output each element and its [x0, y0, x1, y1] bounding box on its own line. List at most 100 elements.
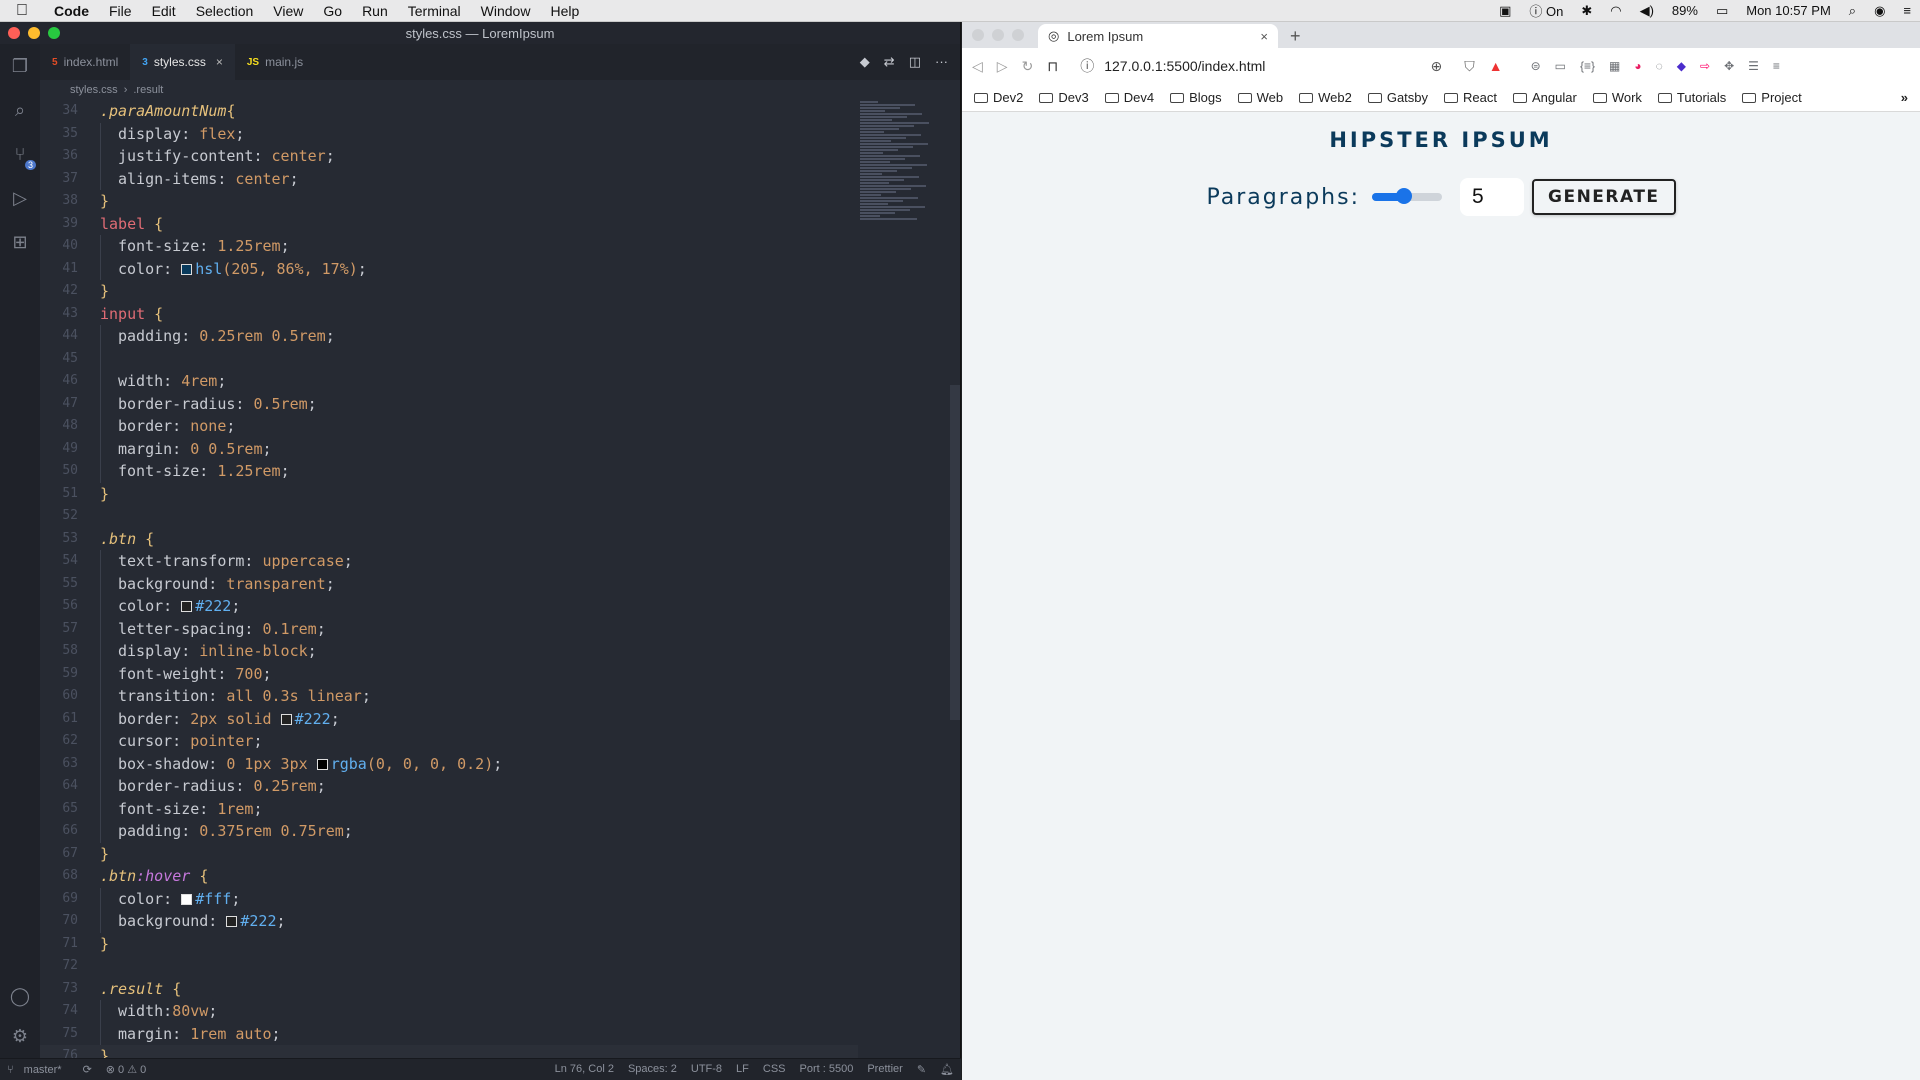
search-icon[interactable]: ⌕	[8, 98, 32, 122]
menu-view[interactable]: View	[263, 3, 313, 19]
code-line[interactable]: 61 border: 2px solid #222;	[40, 707, 858, 730]
back-icon[interactable]: ◁	[972, 58, 983, 75]
brave-shield-icon[interactable]: ⛉	[1464, 58, 1475, 75]
bookmark-folder[interactable]: Project	[1742, 90, 1802, 105]
split-editor-icon[interactable]: ◫	[909, 54, 921, 70]
bookmark-folder[interactable]: Dev2	[974, 90, 1023, 105]
code-line[interactable]: 56 color: #222;	[40, 595, 858, 618]
menu-window[interactable]: Window	[471, 3, 541, 19]
generate-button[interactable]: GENERATE	[1532, 179, 1676, 215]
sync-icon[interactable]: ⟳	[76, 1063, 99, 1076]
extension-icon[interactable]: ◕	[1634, 59, 1641, 73]
open-changes-icon[interactable]: ⇄	[884, 54, 895, 70]
code-line[interactable]: 63 box-shadow: 0 1px 3px rgba(0, 0, 0, 0.…	[40, 752, 858, 775]
code-line[interactable]: 35 display: flex;	[40, 122, 858, 145]
code-editor[interactable]: 34 .paraAmountNum{35 display: flex; 36 justi…	[40, 100, 858, 1080]
editor-scrollbar[interactable]	[950, 100, 960, 1058]
code-line[interactable]: 53 .btn {	[40, 528, 858, 551]
bookmark-icon[interactable]: ⊓	[1047, 58, 1058, 75]
code-line[interactable]: 59 font-weight: 700;	[40, 662, 858, 685]
control-center-icon[interactable]: ≡	[1894, 3, 1920, 18]
code-line[interactable]: 42}	[40, 280, 858, 303]
site-info-icon[interactable]: ⓘ	[1080, 56, 1094, 76]
bookmark-folder[interactable]: React	[1444, 90, 1497, 105]
menu-terminal[interactable]: Terminal	[398, 3, 471, 19]
minimize-window-button[interactable]	[992, 29, 1004, 41]
menu-selection[interactable]: Selection	[186, 3, 264, 19]
extensions-icon[interactable]: ⊞	[8, 230, 32, 254]
cursor-position[interactable]: Ln 76, Col 2	[548, 1063, 621, 1076]
new-tab-button[interactable]: +	[1278, 24, 1313, 48]
code-line[interactable]: 34 .paraAmountNum{	[40, 100, 858, 123]
wifi-icon[interactable]: ◠	[1601, 3, 1630, 19]
code-line[interactable]: 73 .result {	[40, 978, 858, 1001]
color-swatch[interactable]	[226, 916, 238, 927]
code-line[interactable]: 40 font-size: 1.25rem;	[40, 235, 858, 258]
code-line[interactable]: 68 .btn:hover {	[40, 865, 858, 888]
code-line[interactable]: 38}	[40, 190, 858, 213]
tab-main-js[interactable]: JS main.js	[235, 44, 315, 80]
close-tab-icon[interactable]: ×	[1260, 29, 1268, 44]
extension-icon[interactable]: ▦	[1609, 59, 1620, 73]
feedback-icon[interactable]: ✎	[910, 1063, 933, 1076]
code-line[interactable]: 70 background: #222;	[40, 910, 858, 933]
focus-status[interactable]: ⓘ On	[1520, 1, 1572, 20]
code-line[interactable]: 57 letter-spacing: 0.1rem;	[40, 617, 858, 640]
code-line[interactable]: 69 color: #fff;	[40, 887, 858, 910]
extension-icon[interactable]: ◆	[1677, 59, 1686, 73]
code-line[interactable]: 75 margin: 1rem auto;	[40, 1022, 858, 1045]
code-line[interactable]: 50 font-size: 1.25rem;	[40, 460, 858, 483]
code-line[interactable]: 54 text-transform: uppercase;	[40, 550, 858, 573]
amount-input[interactable]: 5	[1460, 178, 1524, 216]
extension-icon[interactable]: ◌	[1656, 59, 1663, 73]
git-compare-icon[interactable]: ◆	[860, 54, 870, 70]
end-of-line[interactable]: LF	[729, 1063, 756, 1076]
color-swatch[interactable]	[181, 893, 193, 905]
reload-icon[interactable]: ↻	[1022, 58, 1034, 75]
puzzle-icon[interactable]: ✥	[1724, 59, 1734, 73]
account-icon[interactable]: ◯	[8, 984, 32, 1008]
encoding[interactable]: UTF-8	[684, 1063, 729, 1076]
clock[interactable]: Mon 10:57 PM	[1737, 3, 1840, 18]
code-line[interactable]: 65 font-size: 1rem;	[40, 797, 858, 820]
notifications-icon[interactable]: 🔔︎	[933, 1063, 961, 1076]
minimap[interactable]	[860, 100, 950, 270]
language-mode[interactable]: CSS	[756, 1063, 793, 1076]
menu-file[interactable]: File	[99, 3, 142, 19]
code-line[interactable]: 67}	[40, 843, 858, 866]
bookmark-folder[interactable]: Angular	[1513, 90, 1577, 105]
more-actions-icon[interactable]: ···	[935, 54, 948, 70]
close-tab-icon[interactable]: ×	[216, 55, 223, 69]
bookmark-folder[interactable]: Tutorials	[1657, 90, 1726, 105]
zoom-icon[interactable]: ⊕	[1431, 58, 1443, 75]
live-server-port[interactable]: Port : 5500	[793, 1063, 861, 1076]
more-bookmarks-icon[interactable]: »	[1901, 90, 1908, 105]
formatter[interactable]: Prettier	[860, 1063, 909, 1076]
breadcrumb-symbol[interactable]: .result	[133, 84, 163, 96]
volume-icon[interactable]: ◀)	[1631, 3, 1663, 19]
siri-icon[interactable]: ◉	[1865, 3, 1894, 19]
code-line[interactable]: 39 label {	[40, 213, 858, 236]
menu-go[interactable]: Go	[313, 3, 352, 19]
paragraphs-slider[interactable]	[1372, 188, 1442, 204]
indentation[interactable]: Spaces: 2	[621, 1063, 684, 1076]
menu-icon[interactable]: ≡	[1773, 59, 1780, 73]
extension-icon[interactable]: ⇨	[1700, 59, 1710, 73]
code-line[interactable]: 66 padding: 0.375rem 0.75rem;	[40, 820, 858, 843]
code-line[interactable]: 37 align-items: center;	[40, 167, 858, 190]
code-line[interactable]: 71}	[40, 933, 858, 956]
extension-icon[interactable]: ▭	[1555, 59, 1566, 73]
code-line[interactable]: 52	[40, 505, 858, 528]
zoom-window-button[interactable]	[1012, 29, 1024, 41]
color-swatch[interactable]	[280, 713, 292, 725]
code-line[interactable]: 43 input {	[40, 303, 858, 326]
bookmark-folder[interactable]: Work	[1592, 90, 1642, 105]
code-line[interactable]: 64 border-radius: 0.25rem;	[40, 775, 858, 798]
menu-app[interactable]: Code	[44, 3, 99, 19]
scrollbar-thumb[interactable]	[950, 385, 960, 720]
code-line[interactable]: 60 transition: all 0.3s linear;	[40, 685, 858, 708]
color-swatch[interactable]	[181, 601, 193, 612]
code-line[interactable]: 46 width: 4rem;	[40, 370, 858, 393]
reading-list-icon[interactable]: ☰	[1748, 59, 1759, 73]
problems-count[interactable]: ⊗ 0 ⚠ 0	[99, 1063, 153, 1076]
